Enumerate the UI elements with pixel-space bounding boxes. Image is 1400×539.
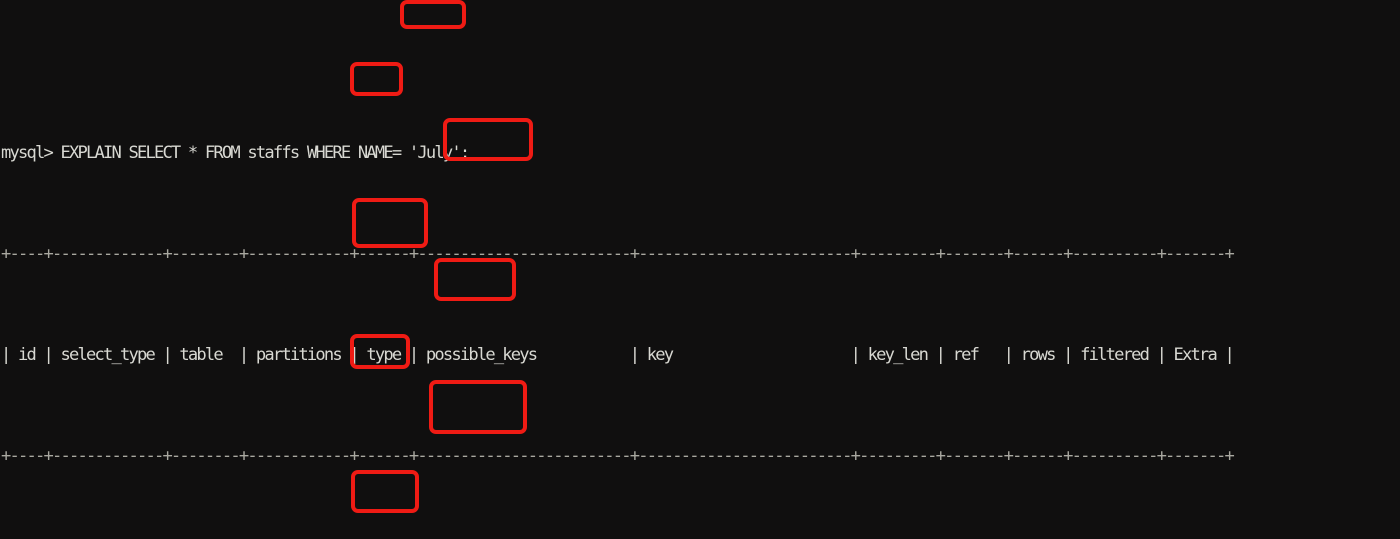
table-border-mid: +----+-------------+--------+-----------…: [1, 446, 1235, 467]
table-header-row: | id | select_type | table | partitions …: [1, 345, 1235, 365]
terminal-window: mysql> EXPLAIN SELECT * FROM staffs WHER…: [0, 0, 1400, 539]
table-border-top: +----+-------------+--------+-----------…: [1, 243, 1235, 264]
terminal-output: mysql> EXPLAIN SELECT * FROM staffs WHER…: [0, 0, 1400, 539]
command-line[interactable]: mysql> EXPLAIN SELECT * FROM staffs WHER…: [0, 137, 1400, 171]
